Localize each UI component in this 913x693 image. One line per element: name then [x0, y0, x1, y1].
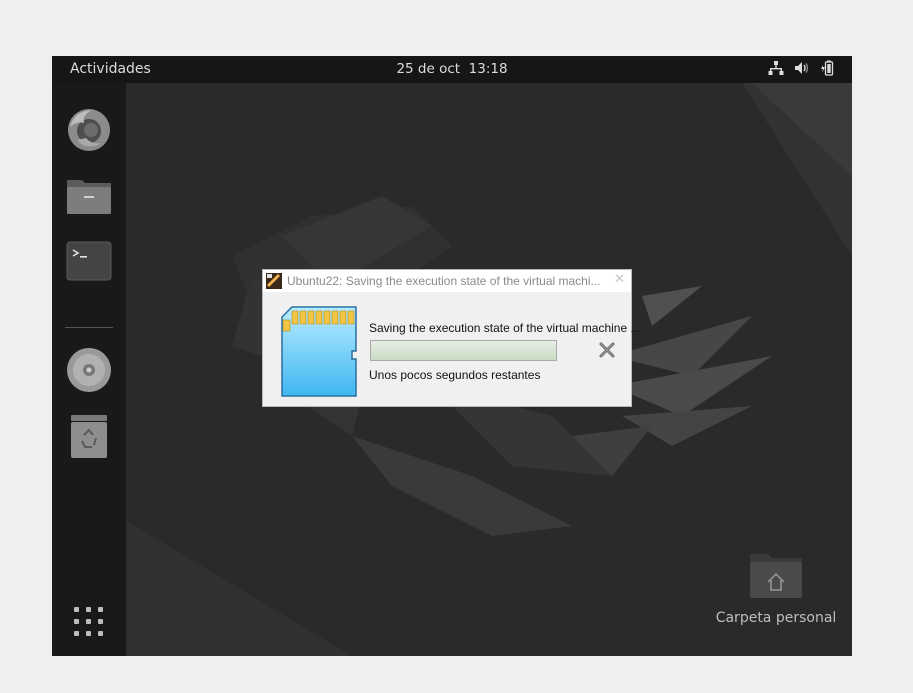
firefox-icon: [68, 109, 110, 151]
cancel-operation-icon[interactable]: [598, 341, 616, 359]
clock-date[interactable]: 25 de oct: [396, 61, 460, 77]
grid-icon: [74, 607, 103, 636]
volume-icon: [795, 62, 809, 74]
dock: [52, 83, 126, 656]
top-bar: Actividades 25 de oct 13:18: [52, 56, 852, 83]
dock-item-files[interactable]: [64, 170, 114, 220]
time-remaining: Unos pocos segundos restantes: [369, 368, 541, 382]
progress-bar: [370, 340, 557, 361]
home-folder-icon: [750, 554, 802, 598]
dock-item-trash[interactable]: [64, 411, 114, 461]
sd-card-icon: [281, 306, 357, 397]
close-icon[interactable]: ✕: [614, 273, 625, 287]
dock-item-terminal[interactable]: [64, 236, 114, 286]
trash-icon: [71, 415, 107, 458]
folder-icon: [67, 180, 111, 214]
dock-item-optical-disc[interactable]: [64, 345, 114, 395]
operation-description: Saving the execution state of the virtua…: [369, 321, 641, 335]
terminal-icon: [66, 241, 112, 281]
dock-item-firefox[interactable]: [64, 105, 114, 155]
network-wired-icon: [768, 61, 784, 75]
desktop-screen: Actividades 25 de oct 13:18 Carpeta pers…: [52, 56, 852, 656]
show-apps-button[interactable]: [64, 597, 114, 647]
progress-dialog: Ubuntu22: Saving the execution state of …: [262, 269, 641, 407]
disc-icon: [67, 348, 111, 392]
system-tray[interactable]: [768, 60, 838, 76]
dialog-title: Ubuntu22: Saving the execution state of …: [287, 274, 601, 288]
desktop-home-folder[interactable]: Carpeta personal: [712, 548, 840, 638]
clock[interactable]: 25 de oct 13:18: [52, 61, 852, 77]
home-folder-label: Carpeta personal: [715, 610, 837, 626]
clock-time[interactable]: 13:18: [469, 61, 508, 77]
dialog-titlebar[interactable]: Ubuntu22: Saving the execution state of …: [263, 270, 631, 292]
progress-bar-fill: [371, 341, 556, 360]
dock-separator: [65, 327, 113, 328]
battery-icon: [821, 60, 834, 76]
virtualbox-app-icon: [266, 273, 282, 289]
